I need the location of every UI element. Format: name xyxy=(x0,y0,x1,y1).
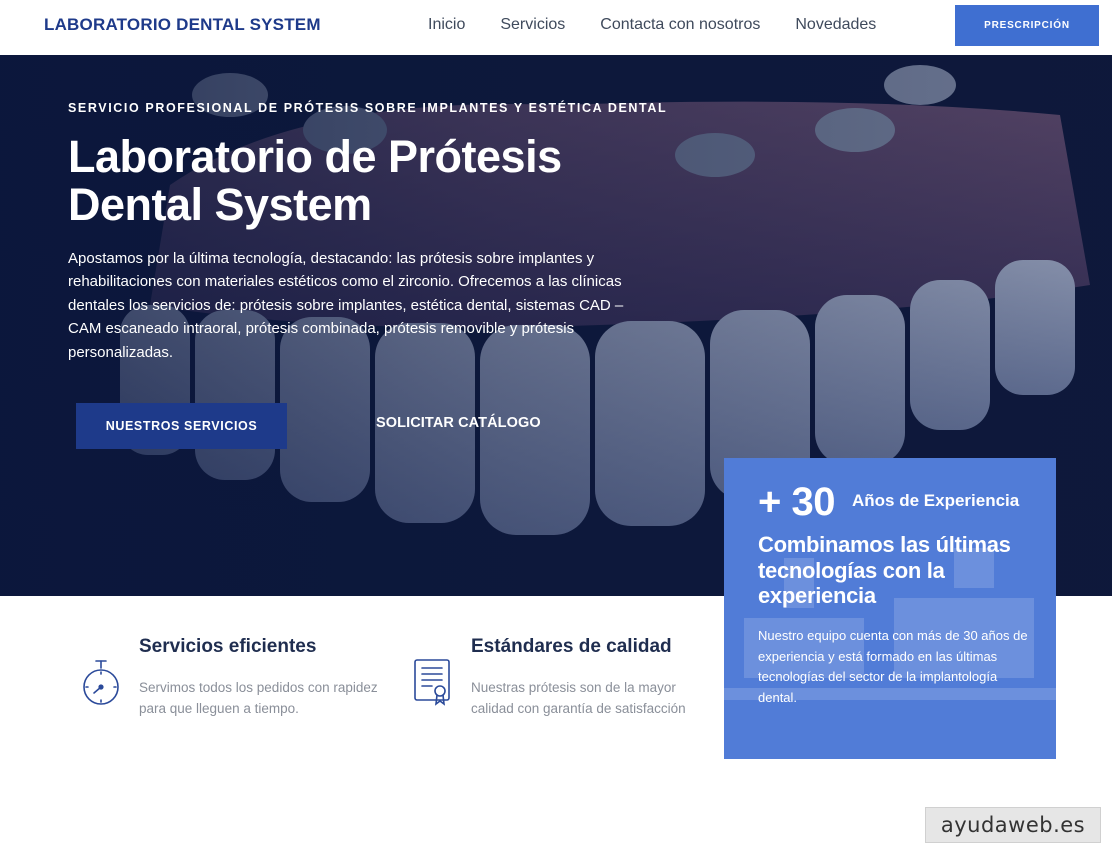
feature-title: Servicios eficientes xyxy=(139,636,317,657)
experience-title: Combinamos las últimas tecnologías con l… xyxy=(758,532,1011,608)
experience-years-label: Años de Experiencia xyxy=(852,491,1020,510)
feature-text: Servimos todos los pedidos con rapidez p… xyxy=(139,680,378,716)
nav-item-inicio[interactable]: Inicio xyxy=(428,16,465,34)
brand-logo-link[interactable]: LABORATORIO DENTAL SYSTEM xyxy=(44,15,321,35)
stopwatch-icon xyxy=(83,660,119,705)
nav-item-servicios[interactable]: Servicios xyxy=(500,16,565,34)
hero-title: Laboratorio de Prótesis Dental System xyxy=(68,131,562,230)
hero-description: Apostamos por la última tecnología, dest… xyxy=(68,250,624,361)
prescription-button[interactable]: PRESCRIPCIÓN xyxy=(955,5,1099,46)
our-services-button[interactable]: NUESTROS SERVICIOS xyxy=(76,403,287,449)
nav-item-contacta[interactable]: Contacta con nosotros xyxy=(600,16,760,34)
request-catalog-button[interactable]: SOLICITAR CATÁLOGO xyxy=(376,415,541,431)
experience-card: + 30 Años de Experiencia Combinamos las … xyxy=(724,458,1056,759)
nav-item-novedades[interactable]: Novedades xyxy=(795,16,876,34)
watermark-label: ayudaweb.es xyxy=(925,807,1101,843)
main-nav: Inicio Servicios Contacta con nosotros N… xyxy=(428,16,911,34)
experience-description: Nuestro equipo cuenta con más de 30 años… xyxy=(758,628,1028,705)
feature-text: Nuestras prótesis son de la mayor calida… xyxy=(471,680,686,716)
certificate-icon xyxy=(414,659,450,706)
site-header: LABORATORIO DENTAL SYSTEM Inicio Servici… xyxy=(0,0,1112,55)
feature-title: Estándares de calidad xyxy=(471,636,672,657)
experience-years-number: + 30 xyxy=(758,480,835,524)
hero-eyebrow: SERVICIO PROFESIONAL DE PRÓTESIS SOBRE I… xyxy=(68,101,668,115)
